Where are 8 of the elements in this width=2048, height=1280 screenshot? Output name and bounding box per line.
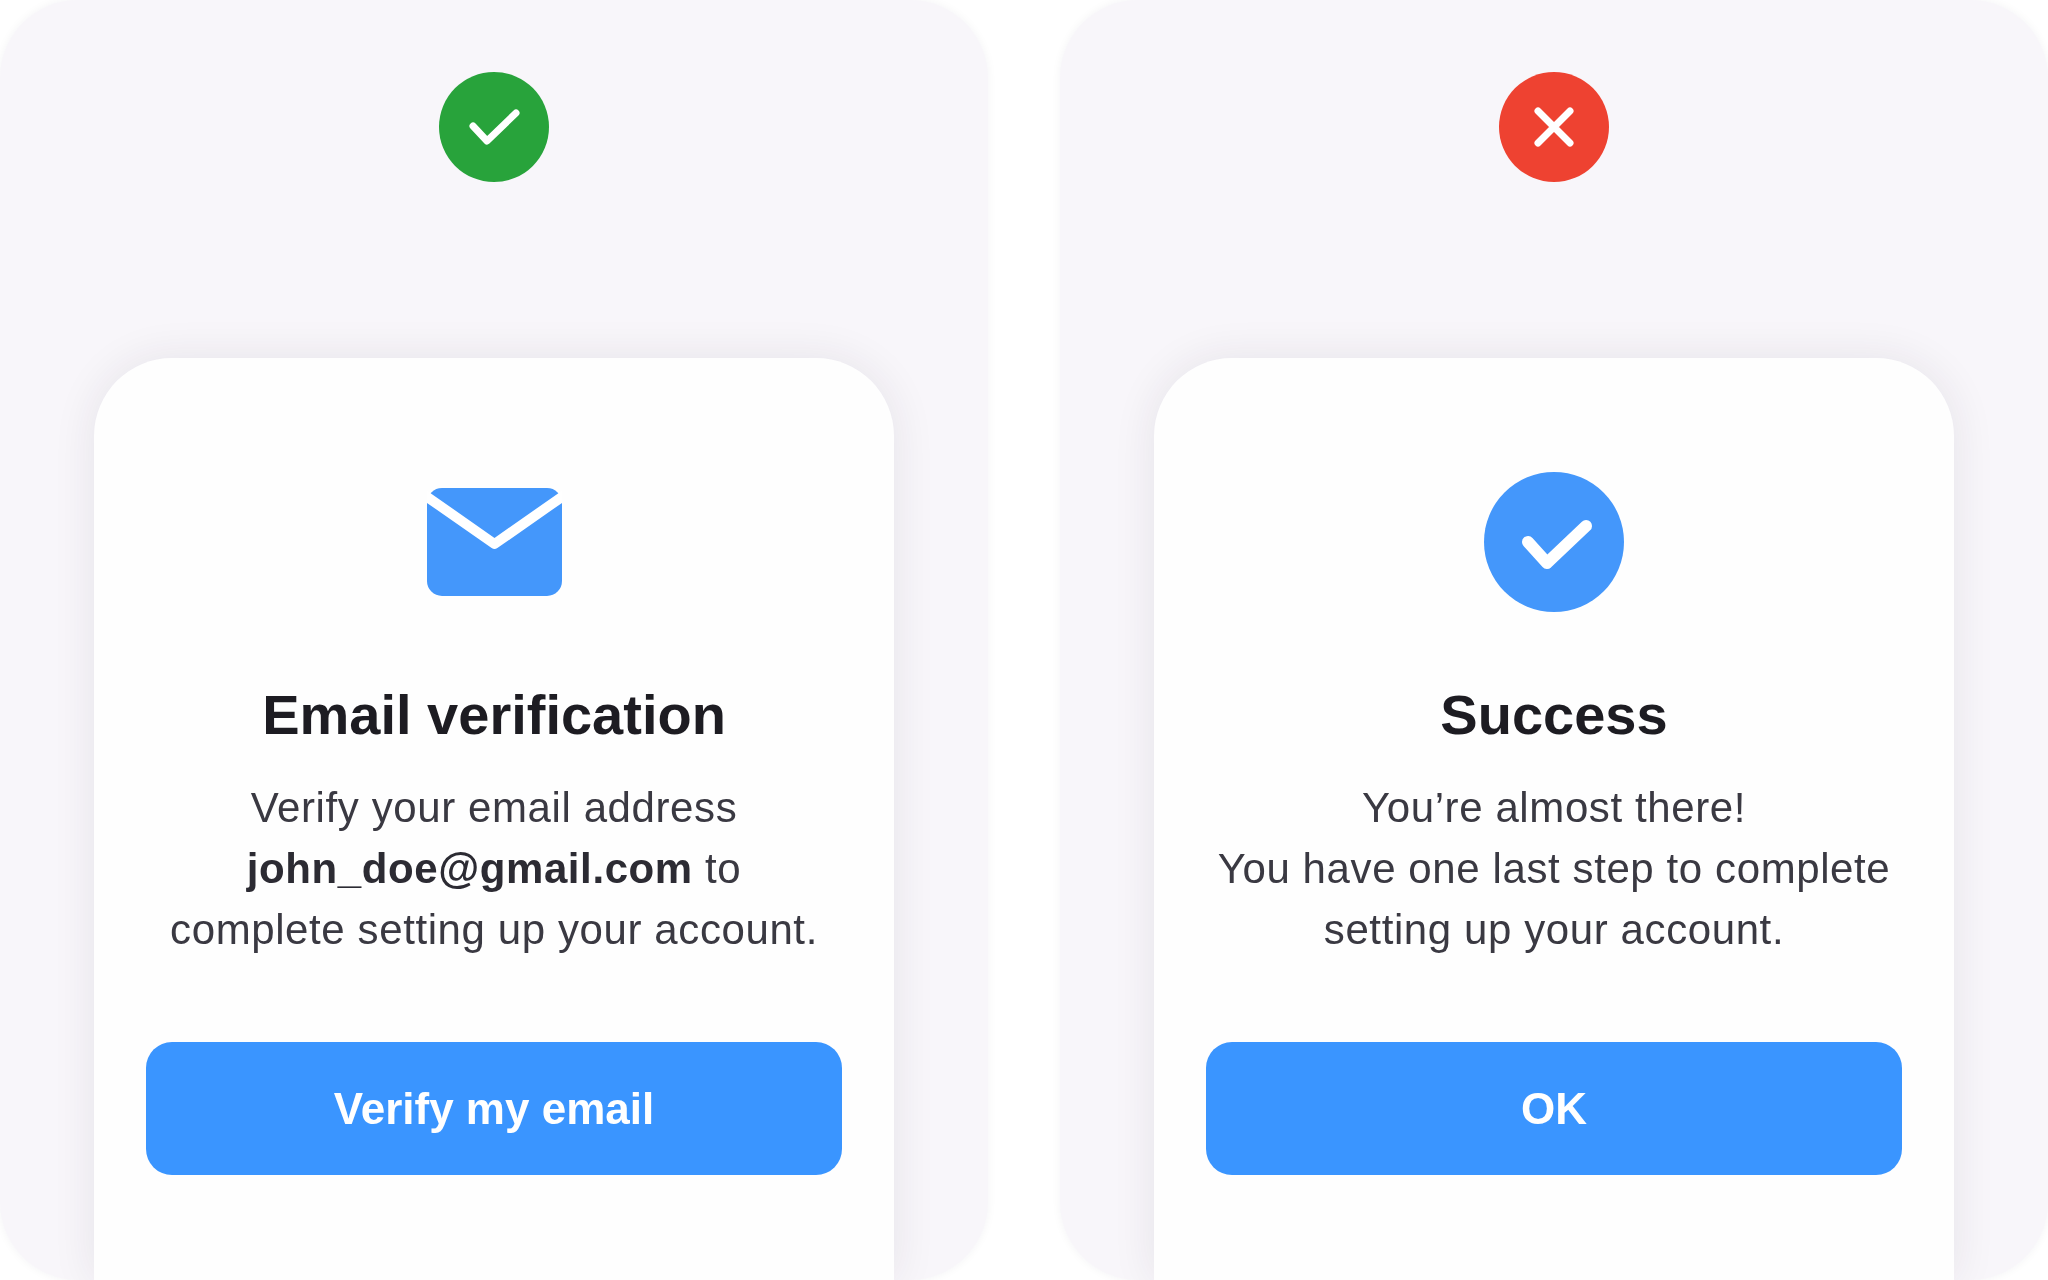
verify-email-button[interactable]: Verify my email [146,1042,842,1175]
check-circle-icon [1484,472,1624,612]
dialog-title: Success [1440,682,1668,748]
dialog-title: Email verification [262,682,726,748]
dialog-message: You’re almost there! You have one last step to complete setting up your account. [1217,783,1891,955]
ok-button[interactable]: OK [1206,1042,1902,1175]
envelope-icon [426,488,562,596]
dialog-message: Verify your email address john_doe@gmail.com to complete setting up your account. [170,783,818,955]
